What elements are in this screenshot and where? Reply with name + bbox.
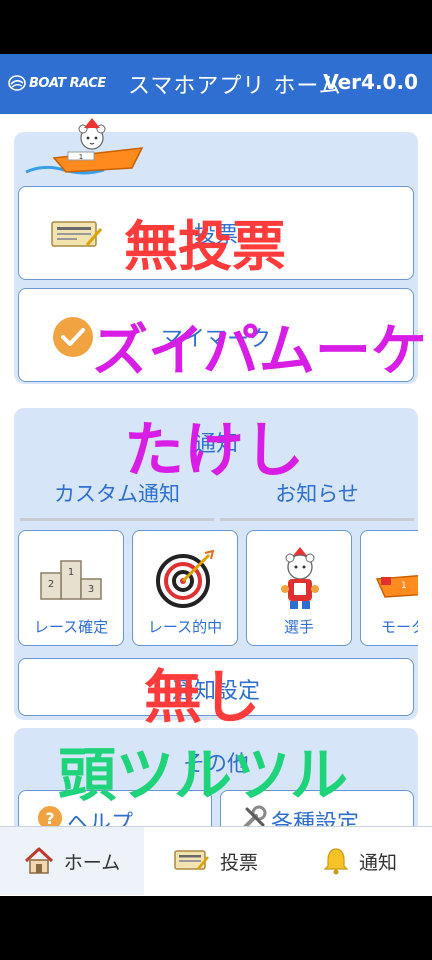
other-panel: その他 ? ヘルプ 各種設定: [14, 728, 418, 826]
tab-notification-label: 通知: [358, 851, 397, 874]
svg-text:3: 3: [88, 584, 94, 595]
tab-home-label: ホーム: [63, 851, 121, 874]
tile-race-confirm[interactable]: 1 2 3 レース確定: [18, 530, 124, 646]
bell-icon: [323, 848, 349, 875]
vote-button-label: 投票: [193, 223, 238, 248]
page-title: スマホアプリ ホーム: [128, 74, 342, 99]
svg-text:1: 1: [79, 153, 83, 161]
tile-racer[interactable]: 選手: [246, 530, 352, 646]
tile-motor[interactable]: 1 モーター: [360, 530, 418, 646]
bottom-tab-bar: ホーム 投票 通知: [0, 826, 432, 896]
svg-text:2: 2: [48, 579, 54, 590]
help-button-label: ヘルプ: [67, 811, 134, 826]
podium-icon: 1 2 3: [40, 560, 102, 600]
svg-text:?: ?: [45, 809, 54, 826]
wrench-icon: [243, 805, 267, 826]
help-button[interactable]: ? ヘルプ: [18, 790, 212, 826]
my-mark-button[interactable]: マイマーク: [18, 288, 414, 382]
tile-race-hit-label: レース的中: [147, 618, 223, 636]
bear-boat-mascot-icon: 1: [25, 118, 144, 175]
target-icon: [156, 549, 215, 608]
tab-announcements[interactable]: お知らせ: [220, 478, 414, 521]
bear-racer-icon: [281, 547, 319, 609]
app-screen: BOAT RACE スマホアプリ ホーム Ver4.0.0 1 投票 マイマーク…: [0, 54, 432, 896]
boat-icon: 1: [375, 575, 418, 598]
top-bar: BOAT RACE スマホアプリ ホーム Ver4.0.0: [0, 54, 432, 114]
settings-button-label: 各種設定: [271, 811, 360, 826]
tile-race-confirm-label: レース確定: [33, 618, 109, 636]
svg-text:1: 1: [401, 581, 407, 591]
boatrace-logo: BOAT RACE: [8, 71, 106, 95]
my-mark-button-label: マイマーク: [160, 327, 271, 352]
tab-home[interactable]: ホーム: [0, 827, 144, 895]
tile-race-hit[interactable]: レース的中: [132, 530, 238, 646]
house-icon: [24, 847, 53, 874]
ticket-icon: [174, 850, 209, 870]
help-icon: ?: [38, 806, 62, 826]
vote-button[interactable]: 投票: [18, 186, 414, 280]
tile-racer-label: 選手: [283, 618, 314, 636]
main-content: 1 投票 マイマーク 通知 カスタム通知 お知らせ 1 2 3 レース確定 レー…: [0, 114, 432, 826]
notification-panel: 通知 カスタム通知 お知らせ 1 2 3 レース確定 レース的中 選手 1 モー…: [14, 408, 418, 720]
tab-vote[interactable]: 投票: [144, 827, 288, 895]
version-label: Ver4.0.0: [323, 70, 418, 94]
settings-button[interactable]: 各種設定: [220, 790, 414, 826]
notification-settings-button[interactable]: 通知設定: [18, 658, 414, 716]
notification-section-title: 通知: [193, 432, 238, 457]
logo-text: BOAT RACE: [29, 75, 106, 91]
boatrace-logo-icon: [8, 75, 26, 91]
other-section-title: その他: [182, 752, 249, 777]
notification-tiles-scroller[interactable]: 1 2 3 レース確定 レース的中 選手 1 モー: [18, 530, 418, 650]
tile-motor-label: モーター: [381, 618, 418, 636]
tab-vote-label: 投票: [219, 851, 258, 874]
tab-custom-notification[interactable]: カスタム通知: [20, 478, 214, 521]
svg-text:1: 1: [68, 567, 74, 578]
main-menu-panel: 1 投票 マイマーク: [14, 118, 418, 384]
tab-notification[interactable]: 通知: [288, 827, 432, 895]
notification-settings-label: 通知設定: [171, 679, 260, 704]
